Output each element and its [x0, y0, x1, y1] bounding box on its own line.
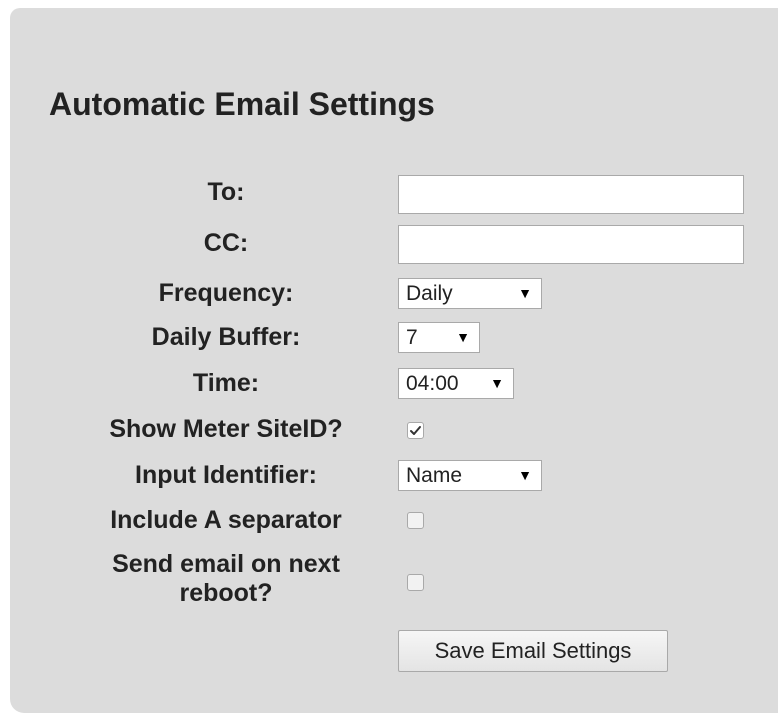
daily-buffer-select[interactable]: 7 ▼: [398, 322, 480, 353]
dropdown-arrow-icon: ▼: [456, 329, 470, 345]
include-separator-label: Include A separator: [110, 506, 342, 534]
send-on-reboot-label: Send email on next reboot?: [112, 550, 340, 607]
cc-field[interactable]: [398, 225, 744, 264]
show-meter-siteid-checkbox[interactable]: [407, 422, 424, 439]
daily-buffer-select-value: 7: [406, 326, 418, 349]
send-on-reboot-checkbox[interactable]: [407, 574, 424, 591]
input-identifier-select[interactable]: Name ▼: [398, 460, 542, 491]
input-identifier-label: Input Identifier:: [135, 461, 317, 489]
dropdown-arrow-icon: ▼: [518, 285, 532, 301]
dropdown-arrow-icon: ▼: [518, 467, 532, 483]
time-select-value: 04:00: [406, 372, 459, 395]
to-field[interactable]: [398, 175, 744, 214]
save-email-settings-button[interactable]: Save Email Settings: [398, 630, 668, 672]
to-label: To:: [207, 178, 245, 206]
page-title: Automatic Email Settings: [49, 86, 435, 122]
frequency-select-value: Daily: [406, 282, 453, 305]
daily-buffer-label: Daily Buffer:: [151, 323, 301, 351]
checkmark-icon: [410, 426, 421, 435]
input-identifier-select-value: Name: [406, 464, 463, 487]
time-label: Time:: [192, 369, 260, 397]
include-separator-checkbox[interactable]: [407, 512, 424, 529]
dropdown-arrow-icon: ▼: [490, 375, 504, 391]
frequency-label: Frequency:: [158, 279, 294, 307]
frequency-select[interactable]: Daily ▼: [398, 278, 542, 309]
time-select[interactable]: 04:00 ▼: [398, 368, 514, 399]
show-meter-siteid-label: Show Meter SiteID?: [109, 415, 343, 443]
cc-label: CC:: [203, 229, 249, 257]
